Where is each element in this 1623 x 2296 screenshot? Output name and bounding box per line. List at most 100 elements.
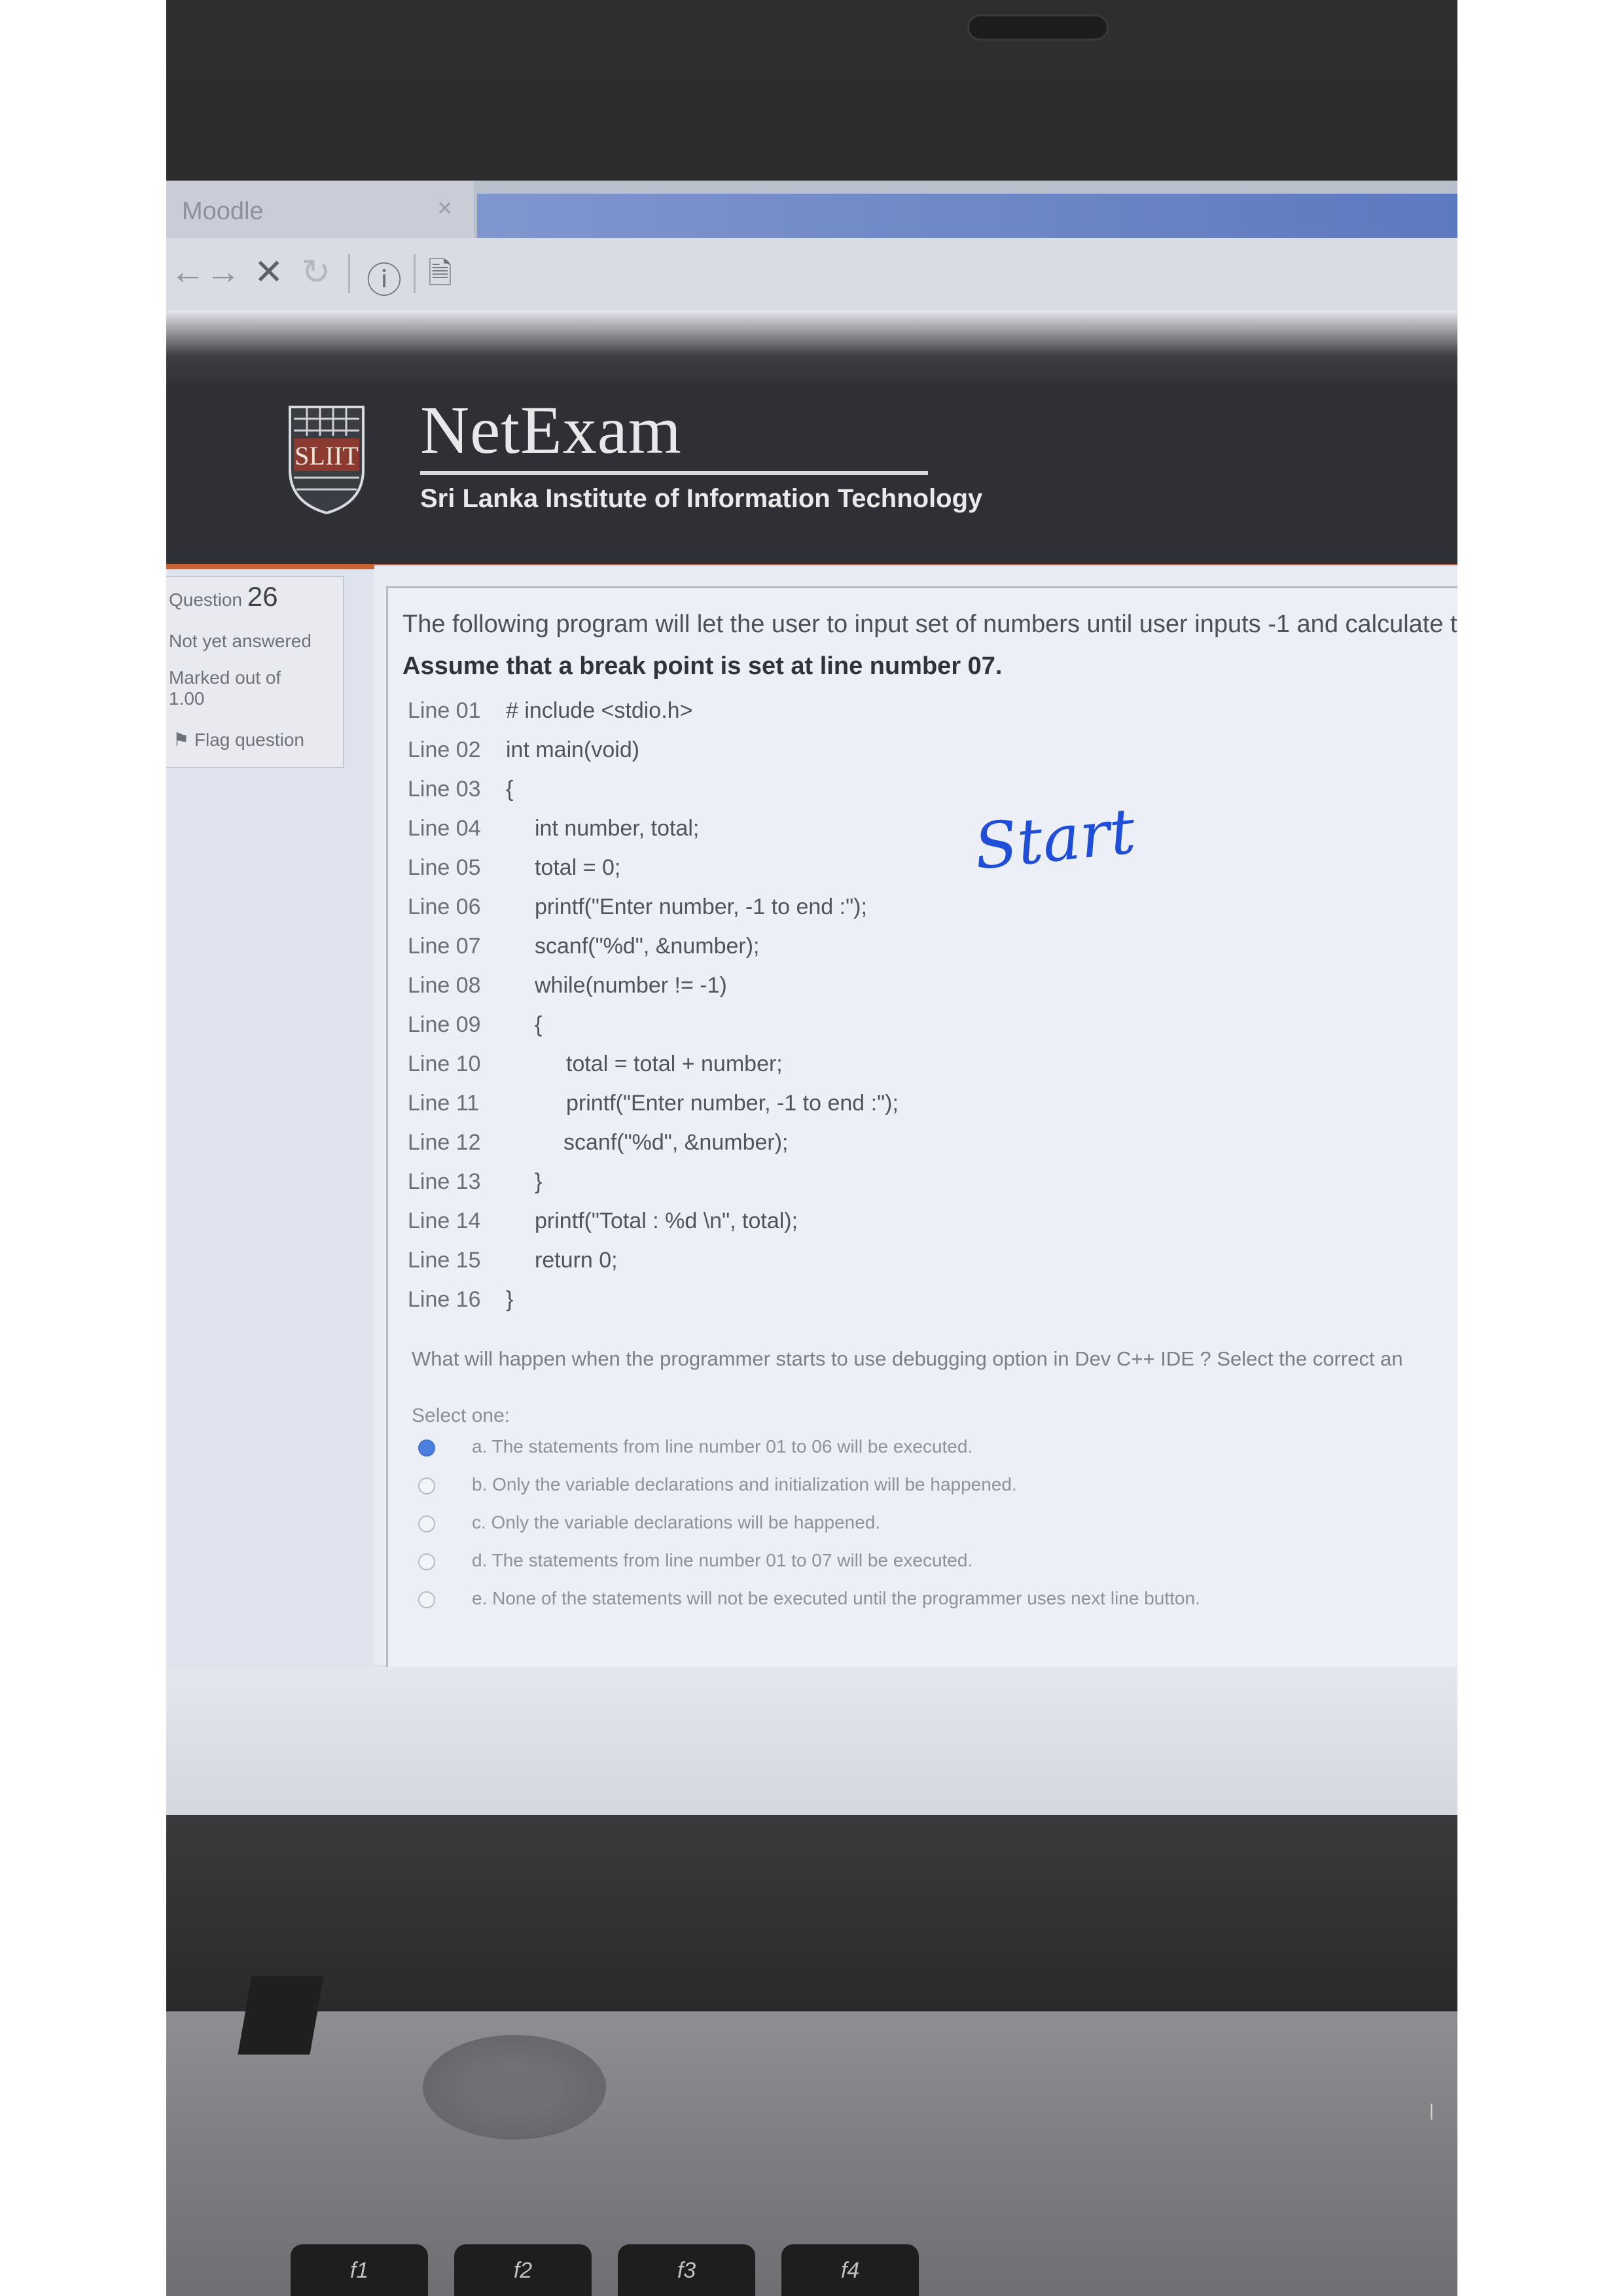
key-f4[interactable]: f4 <box>781 2244 919 2296</box>
line-number: Line 10 <box>408 1051 481 1076</box>
line-number: Line 03 <box>408 777 481 802</box>
line-number: Line 08 <box>408 973 481 998</box>
line-number: Line 07 <box>408 934 481 959</box>
answer-option-label: c. Only the variable declarations will b… <box>472 1512 881 1532</box>
line-number: Line 14 <box>408 1209 481 1233</box>
question-number: 26 <box>247 581 278 612</box>
code-line: Line 12 scanf("%d", &number); <box>408 1130 789 1169</box>
line-code: return 0; <box>535 1248 618 1273</box>
line-number: Line 11 <box>408 1091 480 1116</box>
question-text: The following program will let the user … <box>402 610 1457 638</box>
code-line: Line 04 int number, total; <box>408 816 699 855</box>
speaker-grille <box>423 2035 606 2140</box>
reload-icon[interactable]: ↻ <box>301 251 330 292</box>
code-line: Line 15 return 0; <box>408 1248 618 1287</box>
radio-button[interactable] <box>418 1553 435 1570</box>
code-line: Line 13} <box>408 1169 542 1209</box>
webcam-notch <box>967 14 1109 41</box>
line-number: Line 06 <box>408 894 481 919</box>
code-line: Line 16} <box>408 1287 513 1326</box>
line-code: int main(void) <box>506 737 640 762</box>
laptop-photo: Moodle × ← → ✕ ↻ ⓘ 🗎 SLIIT NetExam Sri L… <box>166 0 1457 2296</box>
question-prompt: What will happen when the programmer sta… <box>412 1347 1403 1370</box>
sliit-logo: SLIIT <box>289 406 365 515</box>
question-box: The following program will let the user … <box>386 586 1457 1676</box>
line-code: scanf("%d", &number); <box>563 1130 789 1155</box>
line-number: Line 16 <box>408 1287 481 1312</box>
answer-option-label: b. Only the variable declarations and in… <box>472 1474 1017 1494</box>
line-code: int number, total; <box>535 816 700 841</box>
page-icon[interactable]: 🗎 <box>428 251 452 302</box>
answer-option[interactable]: e. None of the statements will not be ex… <box>412 1588 1200 1623</box>
code-line: Line 03 { <box>408 777 513 816</box>
code-line: Line 01 # include <stdio.h> <box>408 698 692 737</box>
browser-tab[interactable]: Moodle × <box>166 181 474 238</box>
question-info-panel: Question 26 Not yet answered Marked out … <box>166 576 344 768</box>
line-code: printf("Enter number, -1 to end :"); <box>535 894 867 919</box>
key-f1[interactable]: f1 <box>291 2244 428 2296</box>
annotation-text: Start <box>972 794 1139 884</box>
line-number: Line 01 <box>408 698 481 723</box>
browser-page-top <box>166 310 1457 386</box>
line-number: Line 02 <box>408 737 481 762</box>
answer-option[interactable]: a. The statements from line number 01 to… <box>412 1436 972 1472</box>
answer-option[interactable]: d. The statements from line number 01 to… <box>412 1550 972 1585</box>
line-number: Line 12 <box>408 1130 481 1155</box>
line-code: printf("Enter number, -1 to end :"); <box>566 1091 899 1116</box>
line-number: Line 05 <box>408 855 481 880</box>
browser-nav-bar: ← → ✕ ↻ ⓘ 🗎 <box>166 238 1457 311</box>
answer-option[interactable]: c. Only the variable declarations will b… <box>412 1512 880 1547</box>
code-line: Line 06 printf("Enter number, -1 to end :… <box>408 894 867 934</box>
marks-value: 1.00 <box>169 688 205 709</box>
key-f2[interactable]: f2 <box>454 2244 592 2296</box>
logo-text: SLIIT <box>294 441 359 470</box>
line-number: Line 13 <box>408 1169 481 1194</box>
radio-button[interactable] <box>418 1515 435 1532</box>
tab-close-icon[interactable]: × <box>437 194 452 223</box>
brand-divider <box>420 471 928 475</box>
key-f3[interactable]: f3 <box>618 2244 755 2296</box>
code-line: Line 07 scanf("%d", &number); <box>408 934 760 973</box>
radio-button[interactable] <box>418 1477 435 1494</box>
forward-icon[interactable]: → <box>205 251 241 292</box>
line-code: printf("Total : %d \n", total); <box>535 1209 798 1233</box>
laptop-screen: Moodle × ← → ✕ ↻ ⓘ 🗎 SLIIT NetExam Sri L… <box>166 181 1457 1815</box>
code-line: Line 02 int main(void) <box>408 737 639 777</box>
netexam-header: SLIIT NetExam Sri Lanka Institute of Inf… <box>166 386 1457 569</box>
flag-icon: ⚑ <box>173 730 190 750</box>
answer-option-label: e. None of the statements will not be ex… <box>472 1588 1200 1608</box>
nav-separator <box>414 254 416 293</box>
line-code: while(number != -1) <box>535 973 727 998</box>
brand-name: NetExam <box>420 393 682 468</box>
radio-button[interactable] <box>418 1439 435 1457</box>
line-code: } <box>535 1169 543 1194</box>
answer-option-label: a. The statements from line number 01 to… <box>472 1436 973 1457</box>
tab-title: Moodle <box>182 198 264 225</box>
screen-bezel <box>166 1815 1457 2011</box>
function-key-row: f1 f2 f3 f4 <box>166 2244 1457 2296</box>
marked-out-of-label: Marked out of <box>169 667 281 688</box>
page-blank-area <box>166 1667 1457 1815</box>
tab-strip-background <box>477 194 1457 238</box>
question-content: The following program will let the user … <box>374 565 1457 1676</box>
line-number: Line 04 <box>408 816 481 841</box>
deck-sticker: | <box>1429 2100 1434 2120</box>
line-code: { <box>535 1012 543 1037</box>
question-label: Question 26 <box>169 581 278 612</box>
flag-question-link[interactable]: ⚑ Flag question <box>173 729 304 751</box>
back-icon[interactable]: ← <box>170 251 205 292</box>
stop-icon[interactable]: ✕ <box>254 251 283 292</box>
line-code: } <box>506 1287 514 1312</box>
radio-button[interactable] <box>418 1591 435 1608</box>
line-code: scanf("%d", &number); <box>535 934 760 959</box>
line-code: # include <stdio.h> <box>506 698 693 723</box>
info-icon[interactable]: ⓘ <box>366 251 402 303</box>
line-code: total = 0; <box>535 855 621 880</box>
answer-option-label: d. The statements from line number 01 to… <box>472 1550 973 1570</box>
flag-label: Flag question <box>194 730 304 750</box>
answer-status: Not yet answered <box>169 631 312 651</box>
line-code: { <box>506 777 514 802</box>
institute-name: Sri Lanka Institute of Information Techn… <box>420 484 983 513</box>
answer-option[interactable]: b. Only the variable declarations and in… <box>412 1474 1017 1510</box>
code-line: Line 09 { <box>408 1012 542 1051</box>
